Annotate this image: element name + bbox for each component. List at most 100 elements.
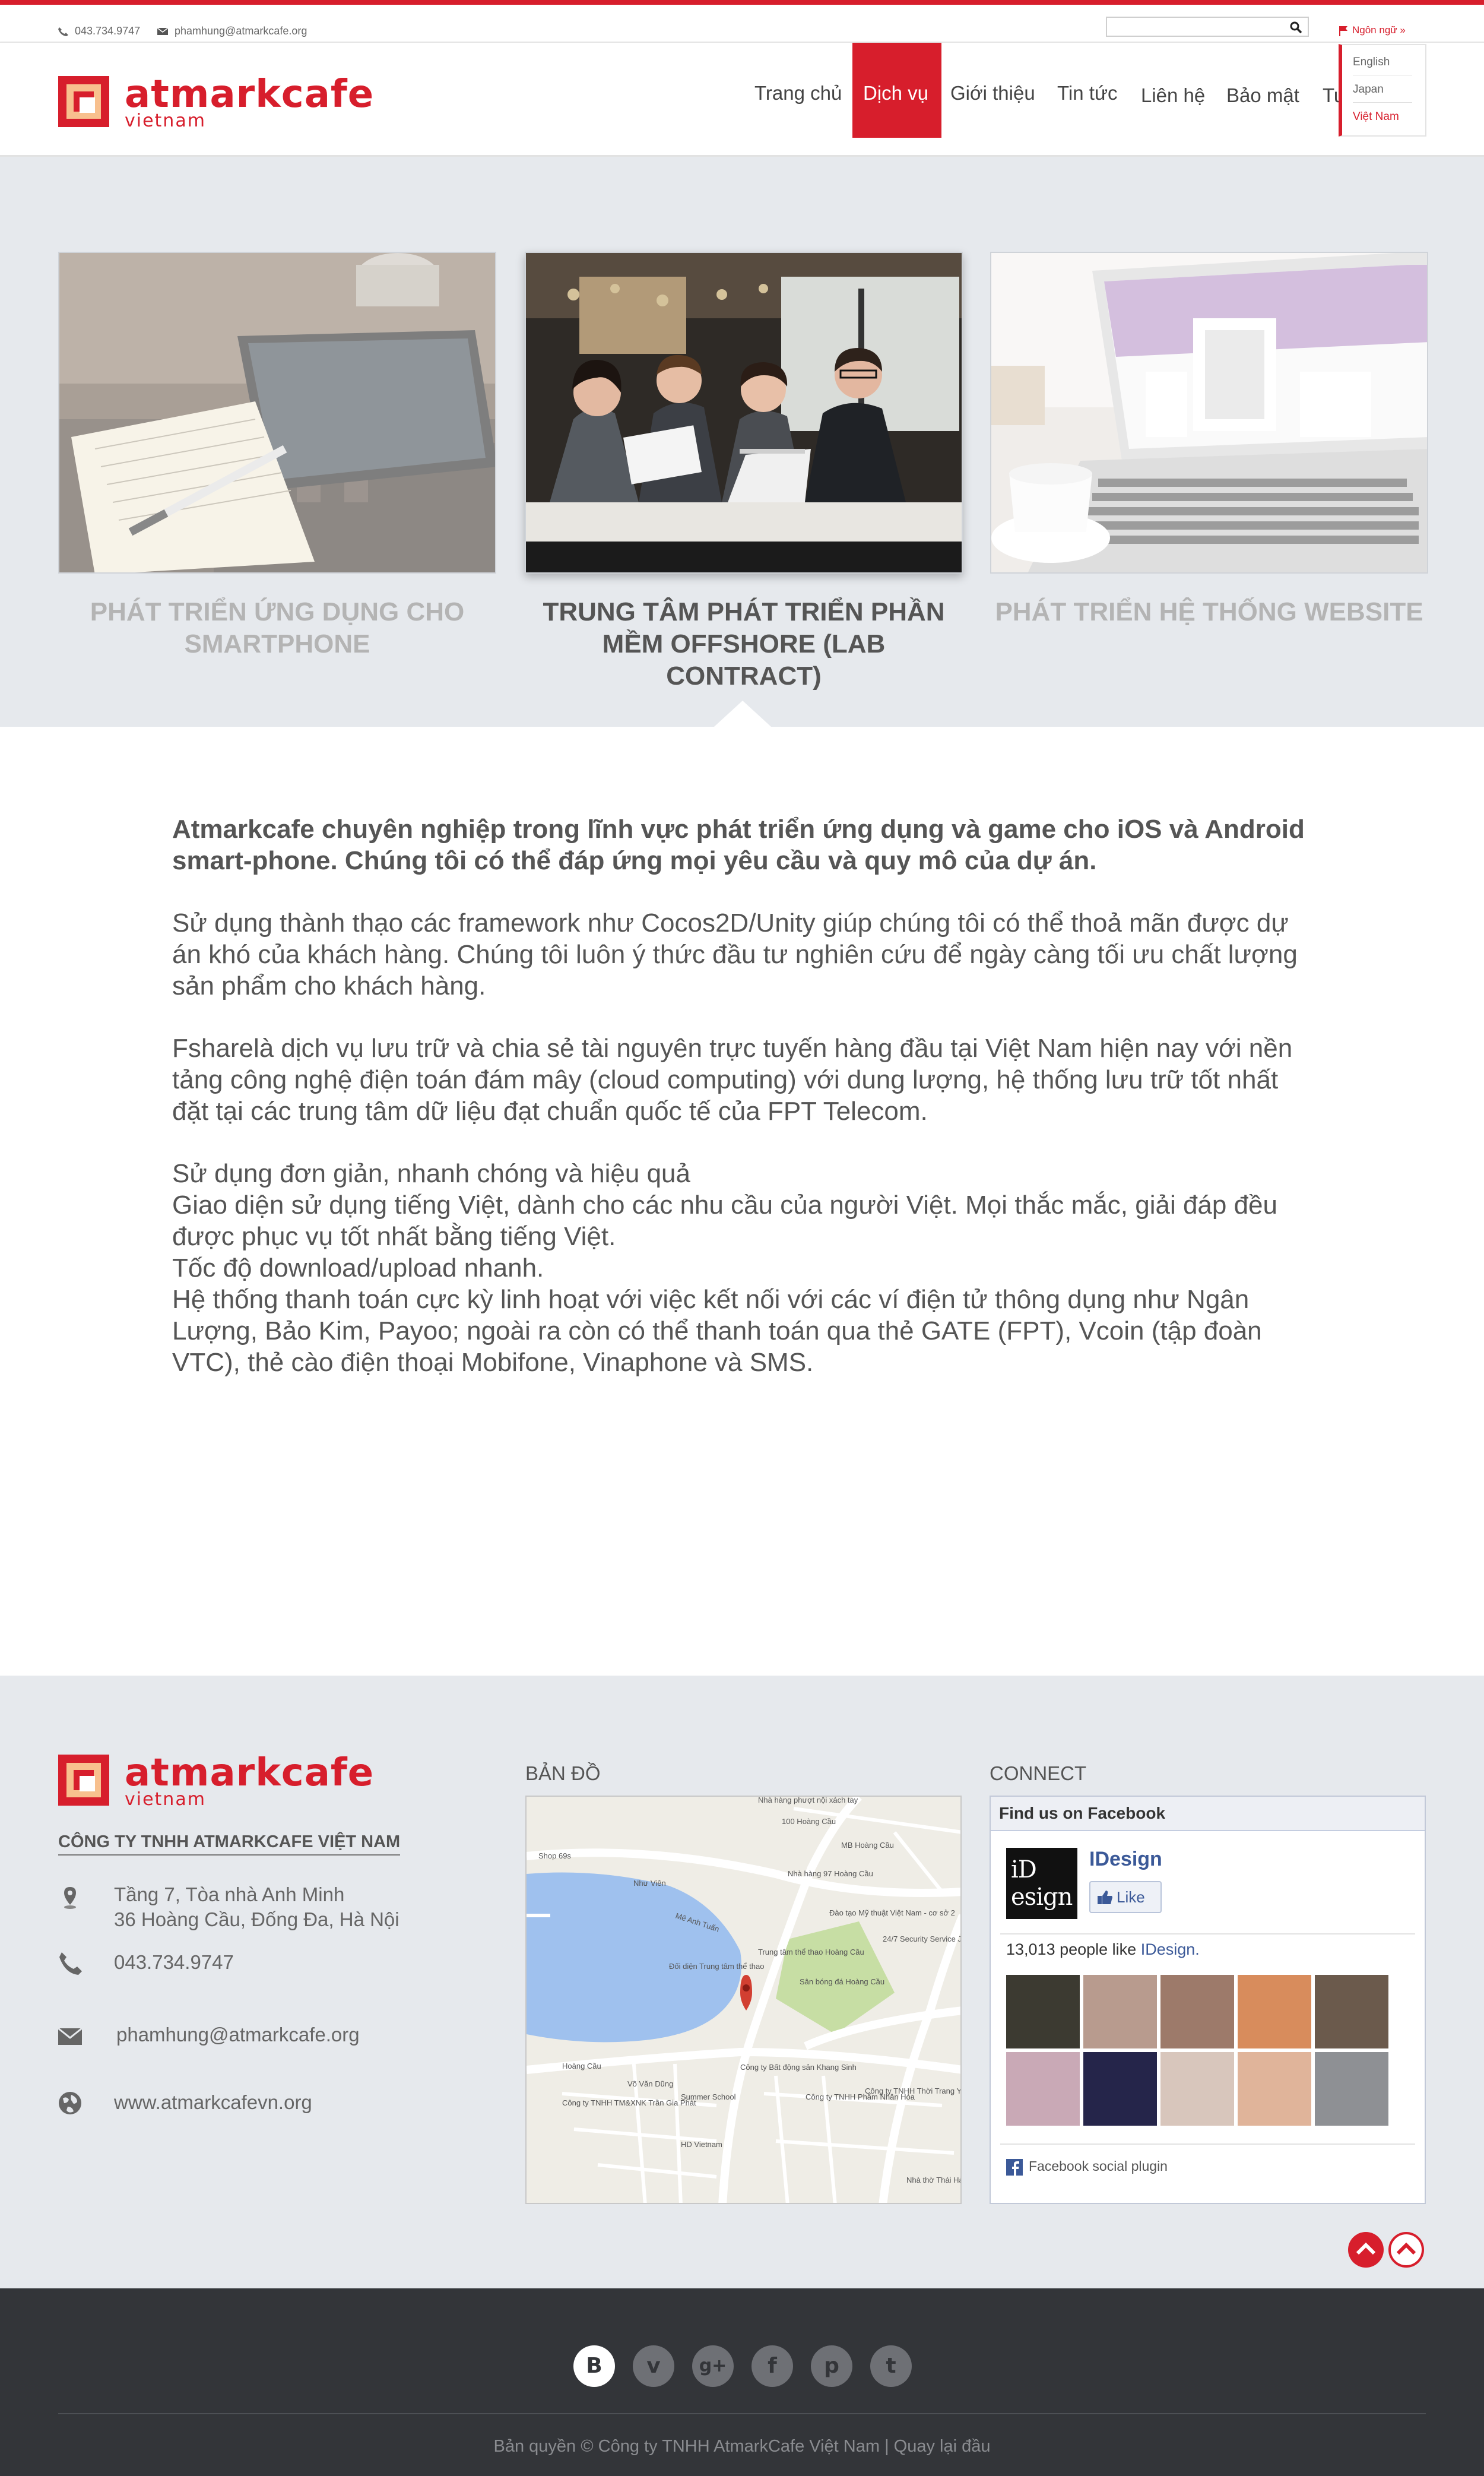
- feature-line: Sử dụng đơn giản, nhanh chóng và hiệu qu…: [172, 1159, 690, 1188]
- service-title[interactable]: PHÁT TRIỂN HỆ THỐNG WEBSITE: [990, 596, 1428, 628]
- map-label: Nhà thờ Thái Hà: [906, 2176, 962, 2184]
- language-button[interactable]: Ngôn ngữ »: [1338, 24, 1406, 36]
- blogger-icon[interactable]: B: [573, 2345, 615, 2387]
- logo-subtitle: vietnam: [125, 110, 206, 131]
- nav-item-careers[interactable]: Tuyển dụng: [1323, 43, 1339, 138]
- footer-phone: 043.734.9747: [114, 1951, 234, 1973]
- service-card-website[interactable]: PHÁT TRIỂN HỆ THỐNG WEBSITE: [990, 252, 1428, 628]
- address: Tầng 7, Tòa nhà Anh Minh 36 Hoàng Cầu, Đ…: [114, 1882, 399, 1932]
- footer: atmarkcafe vietnam CÔNG TY TNHH ATMARKCA…: [0, 1676, 1484, 2288]
- fan-avatar[interactable]: [1238, 1975, 1311, 2048]
- logo-mark: [58, 76, 109, 127]
- search-input[interactable]: [1107, 18, 1279, 36]
- service-card-smartphone[interactable]: PHÁT TRIỂN ỨNG DỤNG CHO SMARTPHONE: [58, 252, 496, 660]
- map-label: Công ty TNHH Thời Trang Yên Thy: [865, 2086, 962, 2095]
- twitter-icon[interactable]: t: [870, 2345, 912, 2387]
- facebook-plugin-footer[interactable]: Facebook social plugin: [1006, 2158, 1168, 2176]
- flag-icon: [1339, 26, 1347, 36]
- nav-item-home[interactable]: Trang chủ: [754, 43, 842, 138]
- services-slider: PHÁT TRIỂN ỨNG DỤNG CHO SMARTPHONE TRUNG…: [0, 157, 1484, 727]
- map-label: Đào tạo Mỹ thuật Việt Nam - cơ sở 2: [829, 1908, 955, 1917]
- back-to-top-icon[interactable]: [1388, 2231, 1425, 2268]
- facebook-widget[interactable]: Find us on Facebook iD esign IDesign Lik…: [990, 1796, 1426, 2204]
- address-line: Tầng 7, Tòa nhà Anh Minh: [114, 1883, 345, 1905]
- fan-avatar[interactable]: [1315, 1975, 1388, 2048]
- nav-item-contact[interactable]: Liên hệ: [1141, 43, 1205, 138]
- feature-line: Hệ thống thanh toán cực kỳ linh hoạt với…: [172, 1285, 1262, 1377]
- service-card-offshore[interactable]: TRUNG TÂM PHÁT TRIỂN PHẦN MỀM OFFSHORE (…: [525, 252, 963, 692]
- idesign-logo[interactable]: iD esign: [1006, 1848, 1077, 1919]
- language-option-vietnam[interactable]: Việt Nam: [1353, 110, 1412, 129]
- connect-heading: CONNECT: [990, 1762, 1087, 1784]
- fan-avatar[interactable]: [1238, 2052, 1311, 2126]
- vine-icon[interactable]: v: [633, 2345, 674, 2387]
- fan-avatar[interactable]: [1160, 1975, 1234, 2048]
- map-label: Như Viên: [633, 1879, 666, 1888]
- map-label: HD Vietnam: [681, 2140, 722, 2149]
- facebook-icon[interactable]: f: [751, 2345, 793, 2387]
- nav-item-news[interactable]: Tin tức: [1057, 43, 1118, 138]
- fan-avatar[interactable]: [1006, 2052, 1080, 2126]
- service-title[interactable]: PHÁT TRIỂN ỨNG DỤNG CHO SMARTPHONE: [58, 596, 496, 660]
- back-to-top-link[interactable]: Quay lại đầu: [894, 2437, 991, 2456]
- logo-wordmark: atmarkcafe: [125, 1751, 375, 1795]
- map-heading: BẢN ĐỒ: [525, 1762, 601, 1784]
- like-count-link[interactable]: IDesign.: [1141, 1940, 1200, 1958]
- fan-avatar[interactable]: [1083, 1975, 1157, 2048]
- search-icon[interactable]: [1289, 20, 1303, 34]
- search-box[interactable]: [1106, 17, 1309, 37]
- feature-line: Giao diện sử dụng tiếng Việt, dành cho c…: [172, 1190, 1277, 1251]
- footer-website[interactable]: www.atmarkcafevn.org: [114, 2090, 312, 2115]
- map-label: 100 Hoàng Cầu: [782, 1817, 836, 1826]
- globe-icon: [59, 2092, 81, 2114]
- active-service-pointer: [714, 701, 771, 727]
- service-description: Atmarkcafe chuyên nghiệp trong lĩnh vực …: [172, 813, 1312, 1378]
- copyright: Bản quyền © Công ty TNHH AtmarkCafe Việt…: [493, 2437, 991, 2456]
- header: atmarkcafe vietnam Trang chủ Dịch vụ Giớ…: [0, 43, 1484, 157]
- topbar-email[interactable]: phamhung@atmarkcafe.org: [157, 25, 307, 37]
- feature-line: Tốc độ download/upload nhanh.: [172, 1253, 544, 1283]
- location-map[interactable]: Nhà hàng 97 Hoàng Cầu Shop 69s Như Viên …: [525, 1796, 962, 2204]
- language-option-japan[interactable]: Japan: [1353, 83, 1412, 103]
- fan-avatar[interactable]: [1160, 2052, 1234, 2126]
- topbar-phone-text: 043.734.9747: [75, 25, 141, 37]
- language-button-label[interactable]: Ngôn ngữ: [1352, 24, 1397, 36]
- logo-mark: [58, 1755, 109, 1806]
- topbar-email-text[interactable]: phamhung@atmarkcafe.org: [175, 25, 307, 37]
- pinterest-icon[interactable]: p: [811, 2345, 852, 2387]
- map-label: Shop 69s: [538, 1851, 571, 1860]
- divider: [58, 2413, 1426, 2414]
- nav-item-about[interactable]: Giới thiệu: [950, 43, 1035, 138]
- facebook-like-button[interactable]: Like: [1089, 1881, 1162, 1913]
- service-title[interactable]: TRUNG TÂM PHÁT TRIỂN PHẦN MỀM OFFSHORE (…: [525, 596, 963, 692]
- facebook-page-name[interactable]: IDesign: [1089, 1848, 1162, 1871]
- nav-item-privacy[interactable]: Bảo mật: [1226, 43, 1299, 138]
- map-label: Nhà hàng phượt nội xách tay: [758, 1797, 858, 1804]
- footer-email[interactable]: phamhung@atmarkcafe.org: [116, 2022, 360, 2047]
- business-team-meeting-photo: [525, 252, 963, 574]
- copyright-text: Bản quyền © Công ty TNHH AtmarkCafe Việt…: [493, 2437, 880, 2456]
- language-menu: English Japan Việt Nam: [1339, 44, 1426, 137]
- topbar-phone: 043.734.9747: [57, 25, 140, 37]
- top-accent-line: [0, 0, 1484, 5]
- map-label: Trung tâm thể thao Hoàng Cầu: [758, 1948, 864, 1956]
- logo-subtitle: vietnam: [125, 1789, 206, 1810]
- facebook-like-count: 13,013 people like IDesign.: [1006, 1940, 1200, 1959]
- facebook-icon: [1006, 2159, 1023, 2176]
- fan-avatar[interactable]: [1006, 1975, 1080, 2048]
- map-label: Nhà hàng 97 Hoàng Cầu: [788, 1869, 873, 1878]
- fan-avatar[interactable]: [1315, 2052, 1388, 2126]
- bottom-bar: B v g+ f p t Bản quyền © Công ty TNHH At…: [0, 2288, 1484, 2476]
- language-option-english[interactable]: English: [1353, 56, 1412, 75]
- facebook-plugin-label[interactable]: Facebook social plugin: [1029, 2158, 1168, 2174]
- idesign-logo-text: iD esign: [1011, 1856, 1073, 1911]
- nav-item-services[interactable]: Dịch vụ: [852, 43, 941, 138]
- scroll-up-icon[interactable]: [1347, 2231, 1384, 2268]
- fan-avatar[interactable]: [1083, 2052, 1157, 2126]
- map-label: Sân bóng đá Hoàng Cầu: [800, 1977, 884, 1986]
- map-label: Hoàng Cầu: [562, 2062, 601, 2070]
- like-label[interactable]: Like: [1117, 1888, 1145, 1906]
- google-plus-icon[interactable]: g+: [692, 2345, 734, 2387]
- intro-paragraph: Atmarkcafe chuyên nghiệp trong lĩnh vực …: [172, 815, 1305, 875]
- map-label: 24/7 Security Service JSC: [883, 1934, 962, 1943]
